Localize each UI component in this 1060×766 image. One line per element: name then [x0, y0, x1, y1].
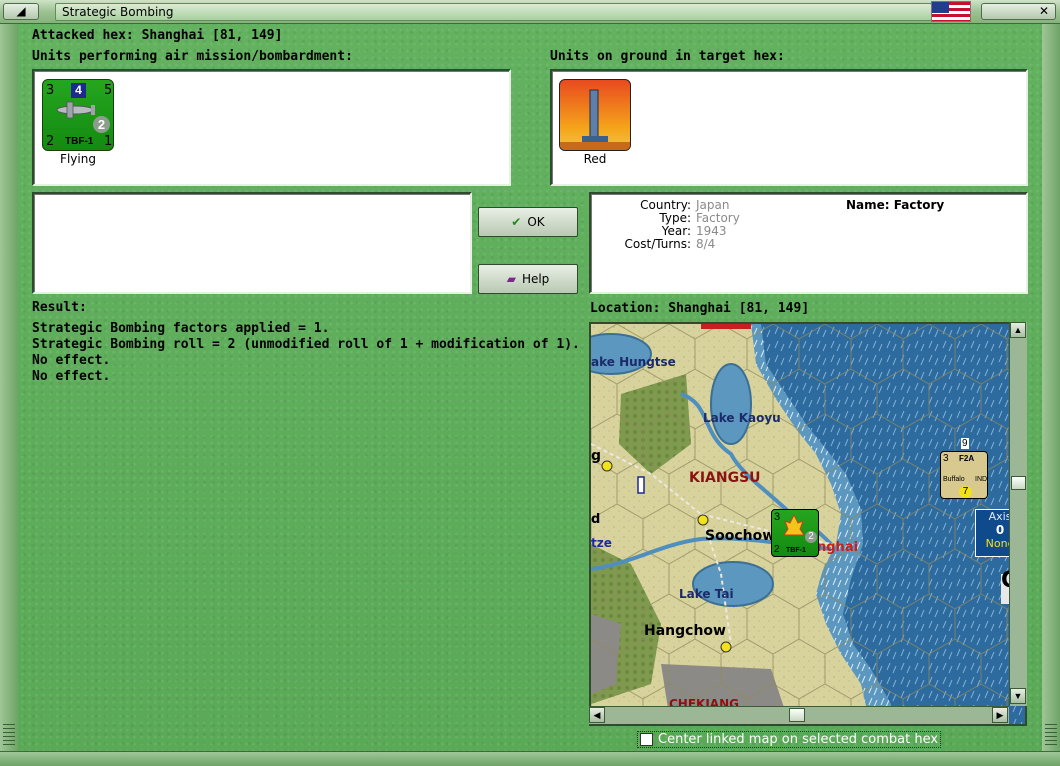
- enemy-unit-tag: IND: [975, 476, 988, 483]
- country-key: Country:: [640, 198, 691, 212]
- enemy-air-unit[interactable]: 3 F2A Buffalo IND 7: [940, 451, 988, 499]
- target-name: Name: Factory: [846, 198, 945, 212]
- air-units-label: Units performing air mission/bombardment…: [32, 49, 353, 64]
- ok-button[interactable]: ✔ OK: [478, 207, 578, 237]
- map-label-shanghai: nghai: [817, 540, 859, 555]
- scroll-down-icon[interactable]: ▼: [1010, 688, 1026, 704]
- scroll-left-icon[interactable]: ◀: [589, 707, 605, 723]
- scroll-right-icon[interactable]: ▶: [992, 707, 1008, 723]
- resize-grip[interactable]: [3, 724, 15, 748]
- result-line: No effect.: [32, 353, 111, 368]
- unit-bl-value: 2: [46, 134, 55, 149]
- message-panel: [32, 192, 472, 294]
- scroll-up-icon[interactable]: ▲: [1010, 322, 1026, 338]
- unit-tl-value: 3: [46, 83, 55, 98]
- unit-tr-value: 5: [104, 83, 113, 98]
- result-line: Strategic Bombing factors applied = 1.: [32, 321, 330, 336]
- frame-left: [0, 24, 18, 752]
- air-unit-counter[interactable]: 3 4 5 2 2 TBF-1 1: [42, 79, 114, 151]
- unit-circle-value: 2: [93, 116, 110, 133]
- result-line: Strategic Bombing roll = 2 (unmodified r…: [32, 337, 580, 352]
- map-horizontal-scrollbar[interactable]: ◀ ▶: [589, 706, 1009, 724]
- map-unit-circle: 2: [805, 531, 817, 543]
- vertical-scroll-thumb[interactable]: [1011, 476, 1026, 490]
- location-label: Location: Shanghai [81, 149]: [590, 301, 810, 316]
- cost-key: Cost/Turns:: [624, 237, 691, 251]
- map-label-edge-g: g: [591, 448, 602, 464]
- map-label-lake-hungtse: ake Hungtse: [591, 355, 676, 369]
- result-lines: Strategic Bombing factors applied = 1. S…: [32, 321, 582, 385]
- close-button[interactable]: ✕: [981, 3, 1056, 20]
- year-value: 1943: [696, 224, 727, 238]
- factory-target-icon[interactable]: [559, 79, 631, 151]
- target-info-panel: Country: Japan Type: Factory Year: 1943 …: [589, 192, 1028, 294]
- enemy-unit-tl: 3: [943, 453, 949, 464]
- attacked-hex-label: Attacked hex: Shanghai [81, 149]: [32, 28, 283, 43]
- unit-box-value: 4: [71, 83, 86, 98]
- ground-units-panel: Red: [550, 69, 1028, 186]
- country-value: Japan: [696, 198, 730, 212]
- restore-button[interactable]: ◢: [3, 3, 39, 20]
- map-unit-tl: 3: [774, 511, 781, 523]
- unit-br-value: 1: [104, 134, 113, 149]
- enemy-unit-name: Buffalo: [943, 476, 965, 483]
- map-air-unit[interactable]: 3 2 2 TBF-1: [771, 509, 819, 557]
- enemy-unit-value: 7: [959, 486, 972, 498]
- air-unit-caption: Flying: [60, 152, 96, 166]
- ground-unit-caption: Red: [583, 152, 607, 166]
- checkbox-square[interactable]: [640, 733, 653, 746]
- map-label-kiangsu: KIANGSU: [689, 470, 761, 486]
- factory-tower-icon: [560, 89, 630, 150]
- center-linked-map-checkbox[interactable]: Center linked map on selected combat hex: [637, 731, 941, 748]
- map-label-lake-kaoyu: Lake Kaoyu: [703, 411, 781, 425]
- bomber-plane-icon: [56, 101, 95, 119]
- help-book-icon: ▰: [506, 272, 516, 286]
- type-value: Factory: [696, 211, 740, 225]
- window-title: Strategic Bombing: [62, 5, 174, 19]
- type-key: Type:: [659, 211, 691, 225]
- enemy-unit-type: F2A: [959, 454, 975, 463]
- map-label-edge-d: d: [591, 512, 601, 527]
- map-vertical-scrollbar[interactable]: ▲ ▼: [1009, 322, 1027, 706]
- map-label-hangchow: Hangchow: [644, 623, 726, 639]
- explosion-icon: [784, 513, 804, 536]
- result-line: No effect.: [32, 369, 111, 384]
- map-unit-code: TBF-1: [786, 547, 806, 554]
- map-unit-bl: 2: [774, 544, 780, 555]
- map-label-lake-tai: Lake Tai: [679, 587, 734, 601]
- location-map[interactable]: ake Hungtse Lake Kaoyu KIANGSU Soochow n…: [589, 322, 1027, 726]
- title-bar[interactable]: ◢ Strategic Bombing ✕: [0, 0, 1060, 24]
- cost-value: 8/4: [696, 237, 716, 251]
- horizontal-scroll-thumb[interactable]: [789, 708, 805, 722]
- map-label-soochow: Soochow: [705, 528, 776, 544]
- ok-label: OK: [527, 215, 545, 229]
- close-icon: ✕: [1038, 4, 1049, 18]
- frame-bottom: [0, 751, 1060, 766]
- year-key: Year:: [661, 224, 691, 238]
- checkmark-icon: ✔: [511, 215, 522, 229]
- resize-grip[interactable]: [1045, 724, 1057, 748]
- help-label: Help: [521, 272, 550, 286]
- result-label: Result:: [32, 300, 87, 315]
- enemy-stack-count: 9: [961, 438, 969, 449]
- us-flag-icon: [931, 1, 971, 22]
- center-linked-map-label: Center linked map on selected combat hex: [658, 732, 939, 747]
- ground-units-label: Units on ground in target hex:: [550, 49, 785, 64]
- map-label-edge-tze: tze: [591, 536, 612, 550]
- frame-right: [1042, 24, 1060, 752]
- unit-code: TBF-1: [65, 136, 94, 147]
- title-tab: [55, 3, 932, 21]
- help-button[interactable]: ▰ Help: [478, 264, 578, 294]
- air-units-panel: 3 4 5 2 2 TBF-1 1 Flying: [32, 69, 511, 186]
